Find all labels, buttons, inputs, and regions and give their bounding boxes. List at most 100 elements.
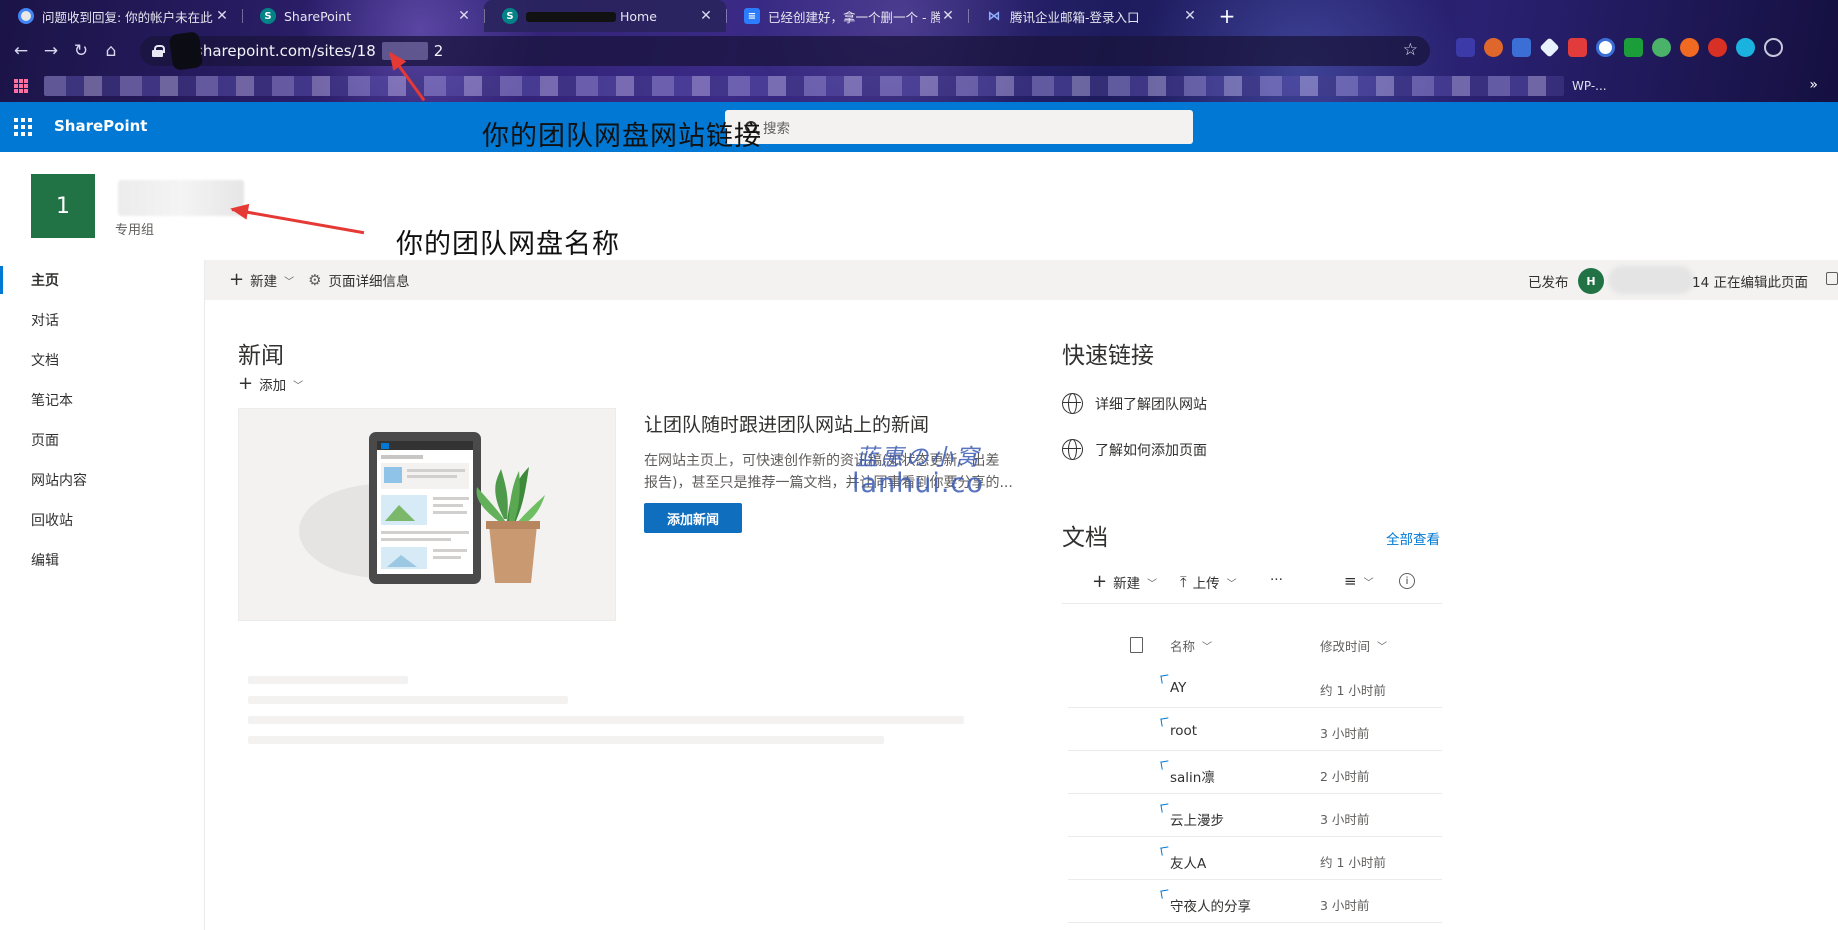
command-bar: + 新建 ﹀ ⚙ 页面详细信息 已发布 H 14 正在编辑此页面 [205,260,1838,300]
sharepoint-favicon-icon: S [502,8,518,24]
column-modified-header[interactable]: 修改时间 ﹀ [1320,636,1387,655]
table-row[interactable]: 云上漫步 3 小时前 [1068,794,1442,837]
add-label: 添加 [259,378,287,394]
doc-name[interactable]: root [1170,723,1197,739]
doc-name[interactable]: 守夜人的分享 [1170,895,1251,915]
lock-icon [152,45,165,57]
address-bar[interactable]: sharepoint.com/sites/18 2 ☆ [140,31,1430,71]
nav-item-notebook[interactable]: 笔记本 [0,380,204,420]
news-illustration [238,408,616,621]
back-icon[interactable]: ← [6,41,36,61]
extension-icon[interactable] [1680,38,1699,57]
chevron-down-icon: ﹀ [1147,578,1158,590]
doc-modified: 2 小时前 [1320,769,1370,784]
quicklink-item[interactable]: 详细了解团队网站 [1062,393,1207,414]
lock-icon[interactable] [1826,272,1838,285]
col-name-label: 名称 [1170,639,1196,654]
extension-icon[interactable] [1484,38,1503,57]
table-row[interactable]: 守夜人的分享 3 小时前 [1068,880,1442,923]
table-row[interactable]: salin凛 2 小时前 [1068,751,1442,794]
column-name-header[interactable]: 名称 ﹀ [1170,636,1212,655]
annotation-site-link: 你的团队网盘网站链接 [482,121,762,152]
page-details-button[interactable]: ⚙ 页面详细信息 [308,270,409,290]
file-type-icon [1130,637,1143,653]
diamond-icon[interactable] [1539,37,1560,58]
app-launcher-icon[interactable] [14,118,32,136]
browser-tab-5[interactable]: ⋈ 腾讯企业邮箱-登录入口 ✕ [968,0,1210,32]
add-news-button[interactable]: + 添加 ﹀ [238,374,304,395]
bookmark-item[interactable]: WP-... [1572,79,1607,93]
chevron-down-icon: ﹀ [293,380,304,392]
browser-tab-2[interactable]: S SharePoint ✕ [242,0,484,32]
tablet-plant-illustration [299,432,545,584]
forward-icon[interactable]: → [36,41,66,61]
doc-name[interactable]: 友人A [1170,852,1206,872]
new-button[interactable]: + 新建 ﹀ [229,270,294,291]
adblock-icon[interactable] [1708,38,1727,57]
view-options-button[interactable]: ≡ ﹀ [1344,572,1374,590]
reload-icon[interactable]: ↻ [66,41,96,61]
extension-icon[interactable] [1764,38,1783,57]
add-news-primary-button[interactable]: 添加新闻 [644,503,742,533]
browser-tab-3[interactable]: S Home ✕ [484,0,726,32]
more-bookmarks-icon[interactable]: » [1809,77,1818,93]
redaction-scribble [168,31,204,71]
quicklink-label: 了解如何添加页面 [1095,442,1207,459]
watermark-line2: lanhui.co [852,468,984,499]
more-actions-icon[interactable]: ··· [1270,572,1283,588]
table-row[interactable]: AY 约 1 小时前 [1068,665,1442,708]
quicklink-item[interactable]: 了解如何添加页面 [1062,439,1207,460]
nav-item-documents[interactable]: 文档 [0,340,204,380]
extension-icon[interactable] [1568,38,1587,57]
nav-item-recycle-bin[interactable]: 回收站 [0,500,204,540]
chevron-down-icon: ﹀ [1363,577,1374,589]
doc-modified: 3 小时前 [1320,726,1370,741]
info-icon[interactable]: i [1399,573,1415,589]
bookmark-star-icon[interactable]: ☆ [1403,40,1418,60]
published-status: 已发布 [1528,275,1569,291]
nav-item-site-contents[interactable]: 网站内容 [0,460,204,500]
doc-name[interactable]: AY [1170,680,1186,696]
search-box[interactable]: 搜索 [725,110,1193,144]
extension-icon[interactable] [1652,38,1671,57]
doc-modified: 3 小时前 [1320,812,1370,827]
nav-item-pages[interactable]: 页面 [0,420,204,460]
home-icon[interactable]: ⌂ [96,41,126,61]
new-item-icon [1160,803,1170,813]
doc-new-label: 新建 [1113,576,1141,592]
divider [1062,603,1442,604]
close-tab-icon[interactable]: ✕ [456,8,472,24]
avatar[interactable]: H [1578,268,1604,294]
nav-item-home[interactable]: 主页 [0,260,204,300]
close-tab-icon[interactable]: ✕ [940,8,956,24]
extension-au-icon[interactable] [1624,38,1643,57]
col-modified-label: 修改时间 [1320,639,1371,654]
extension-icon[interactable] [1736,38,1755,57]
browser-tab-1[interactable]: 问题收到回复: 你的帐户未在此 ✕ [0,0,242,32]
close-tab-icon[interactable]: ✕ [1182,8,1198,24]
nav-item-conversations[interactable]: 对话 [0,300,204,340]
close-tab-icon[interactable]: ✕ [214,8,230,24]
extension-icon[interactable] [1596,38,1615,57]
nav-item-edit[interactable]: 编辑 [0,540,204,580]
close-tab-icon[interactable]: ✕ [698,8,714,24]
see-all-link[interactable]: 全部查看 [1386,528,1440,548]
extension-icon[interactable] [1456,38,1475,57]
browser-tab-4[interactable]: ≡ 已经创建好，拿一个删一个 - 腾 ✕ [726,0,968,32]
doc-new-button[interactable]: + 新建 ﹀ [1092,572,1158,593]
tab-title: 腾讯企业邮箱-登录入口 [1010,9,1140,25]
site-logo[interactable]: 1 [31,174,95,238]
sharepoint-favicon-icon: S [260,8,276,24]
apps-icon[interactable] [14,79,28,93]
upload-button[interactable]: ⤒ 上传 ﹀ [1180,572,1237,592]
table-row[interactable]: 友人A 约 1 小时前 [1068,837,1442,880]
bookmarks-redacted [44,76,1564,96]
doc-modified: 约 1 小时前 [1320,855,1386,870]
extension-icon[interactable] [1512,38,1531,57]
doc-name[interactable]: 云上漫步 [1170,809,1224,829]
document-list: AY 约 1 小时前 root 3 小时前 salin凛 2 小时前 云上漫步 3 小时… [1068,665,1442,923]
doc-name[interactable]: salin凛 [1170,766,1215,786]
sharepoint-brand[interactable]: SharePoint [54,117,147,135]
new-tab-icon[interactable]: + [1210,4,1244,28]
table-row[interactable]: root 3 小时前 [1068,708,1442,751]
